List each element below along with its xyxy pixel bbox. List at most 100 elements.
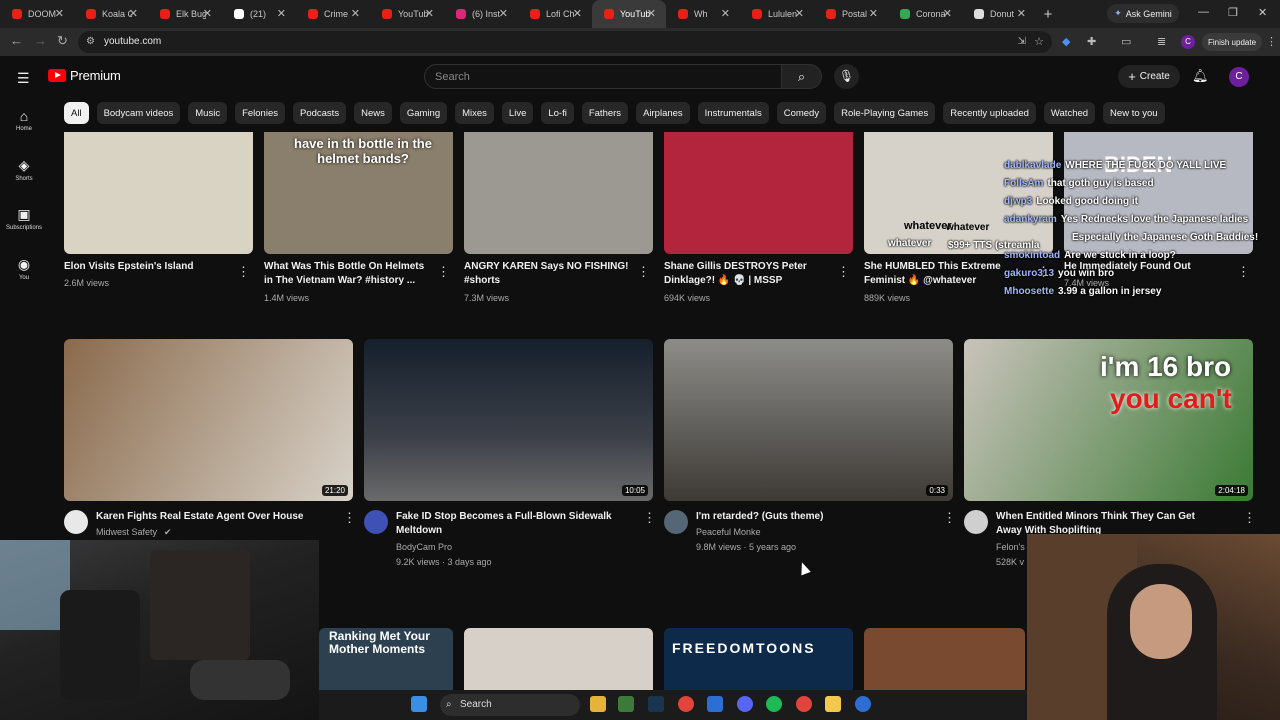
video-thumbnail[interactable]: Ranking Met Your Mother Moments xyxy=(319,628,453,690)
tab-close-icon[interactable]: ✕ xyxy=(499,7,508,20)
more-actions-icon[interactable]: ⋮ xyxy=(643,510,656,526)
chip[interactable]: Music xyxy=(188,102,228,124)
windows-start-icon[interactable] xyxy=(411,696,427,712)
chip[interactable]: All xyxy=(64,102,89,124)
browser-tab[interactable]: Donut ✕ xyxy=(962,0,1036,28)
cast-icon[interactable]: ▭ xyxy=(1121,35,1131,48)
forward-icon[interactable]: → xyxy=(34,33,47,48)
video-title[interactable]: Fake ID Stop Becomes a Full-Blown Sidewa… xyxy=(396,510,618,538)
chrome-icon-2[interactable] xyxy=(796,696,812,712)
new-tab-button[interactable]: + xyxy=(1036,6,1060,23)
tab-close-icon[interactable]: ✕ xyxy=(869,7,878,20)
browser-tab[interactable]: Crime ✕ xyxy=(296,0,370,28)
video-title[interactable]: I'm retarded? (Guts theme) xyxy=(696,510,918,524)
chip[interactable]: Felonies xyxy=(235,102,285,124)
more-actions-icon[interactable]: ⋮ xyxy=(637,264,650,280)
tab-close-icon[interactable]: ✕ xyxy=(943,7,952,20)
channel-avatar[interactable] xyxy=(964,510,988,534)
video-title[interactable]: Shane Gillis DESTROYS Peter Dinklage?! 🔥… xyxy=(664,260,829,288)
video-thumbnail[interactable] xyxy=(864,628,1025,690)
tab-close-icon[interactable]: ✕ xyxy=(647,7,656,20)
install-icon[interactable]: ⇲ xyxy=(1018,36,1026,47)
browser-tab[interactable]: (21) ✕ xyxy=(222,0,296,28)
chip[interactable]: Fathers xyxy=(581,102,629,124)
more-actions-icon[interactable]: ⋮ xyxy=(237,264,250,280)
app-icon-1[interactable] xyxy=(618,696,634,712)
tab-close-icon[interactable]: ✕ xyxy=(1017,7,1026,20)
back-icon[interactable]: ← xyxy=(10,33,23,48)
extension-icon[interactable]: ◆ xyxy=(1062,35,1070,48)
chip[interactable]: Instrumentals xyxy=(697,102,769,124)
hamburger-menu-icon[interactable]: ☰ xyxy=(17,70,30,87)
more-actions-icon[interactable]: ⋮ xyxy=(437,264,450,280)
profile-avatar[interactable]: C xyxy=(1181,35,1195,49)
tab-close-icon[interactable]: ✕ xyxy=(573,7,582,20)
chip[interactable]: Recently uploaded xyxy=(943,102,1036,124)
channel-name[interactable]: Peaceful Monke xyxy=(696,525,761,539)
taskbar-search[interactable]: ⌕ Search xyxy=(440,694,580,716)
search-input[interactable]: Search xyxy=(424,64,782,89)
video-title[interactable]: Elon Visits Epstein's Island xyxy=(64,260,229,274)
account-avatar[interactable]: C xyxy=(1229,67,1249,87)
browser-tab[interactable]: (6) Inst ✕ xyxy=(444,0,518,28)
chip[interactable]: New to you xyxy=(1103,102,1165,124)
browser-tab[interactable]: Lululen ✕ xyxy=(740,0,814,28)
reload-icon[interactable]: ↻ xyxy=(57,33,68,49)
browser-tab[interactable]: DOOM ✕ xyxy=(0,0,74,28)
video-title[interactable]: Karen Fights Real Estate Agent Over Hous… xyxy=(96,510,318,524)
app-icon-4[interactable] xyxy=(855,696,871,712)
rail-item-home[interactable]: ⌂ Home xyxy=(0,108,48,132)
chrome-icon[interactable] xyxy=(678,696,694,712)
chip[interactable]: Podcasts xyxy=(293,102,347,124)
video-thumbnail[interactable]: i'm 16 bro you can't 2:04:18 xyxy=(964,339,1253,501)
more-actions-icon[interactable]: ⋮ xyxy=(343,510,356,526)
browser-tab[interactable]: YouTub ✕ xyxy=(370,0,444,28)
tab-close-icon[interactable]: ✕ xyxy=(277,7,286,20)
channel-name[interactable]: Midwest Safety xyxy=(96,525,157,539)
tab-close-icon[interactable]: ✕ xyxy=(203,7,212,20)
rail-item-subscriptions[interactable]: ▣ Subscriptions xyxy=(0,206,48,231)
chip[interactable]: Airplanes xyxy=(636,102,690,124)
extensions-puzzle-icon[interactable]: ✚ xyxy=(1087,35,1096,48)
channel-avatar[interactable] xyxy=(364,510,388,534)
short-thumbnail[interactable]: have in th bottle in the helmet bands? xyxy=(264,132,453,254)
search-button[interactable]: ⌕ xyxy=(781,64,822,89)
tab-close-icon[interactable]: ✕ xyxy=(129,7,138,20)
tab-close-icon[interactable]: ✕ xyxy=(795,7,804,20)
chip[interactable]: Live xyxy=(501,102,534,124)
steam-icon[interactable] xyxy=(648,696,664,712)
more-actions-icon[interactable]: ⋮ xyxy=(1237,264,1250,280)
video-thumbnail[interactable]: 21:20 xyxy=(64,339,353,501)
chip[interactable]: Comedy xyxy=(776,102,827,124)
site-info-icon[interactable]: ⚙ xyxy=(86,36,95,47)
bookmark-star-icon[interactable]: ☆ xyxy=(1034,35,1044,48)
browser-tab[interactable]: Corona ✕ xyxy=(888,0,962,28)
short-thumbnail[interactable] xyxy=(664,132,853,254)
browser-tab[interactable]: Postal ✕ xyxy=(814,0,888,28)
app-icon-3[interactable] xyxy=(825,696,841,712)
rail-item-you[interactable]: ◉ You xyxy=(0,256,48,281)
create-button[interactable]: + Create xyxy=(1118,65,1180,88)
tab-close-icon[interactable]: ✕ xyxy=(721,7,730,20)
notifications-bell-icon[interactable]: 🔔︎ xyxy=(1192,68,1209,84)
channel-avatar[interactable] xyxy=(64,510,88,534)
more-actions-icon[interactable]: ⋮ xyxy=(943,510,956,526)
browser-tab[interactable]: Lofi Ch ✕ xyxy=(518,0,592,28)
file-explorer-icon[interactable] xyxy=(590,696,606,712)
chip[interactable]: News xyxy=(354,102,392,124)
chip[interactable]: Watched xyxy=(1043,102,1096,124)
video-thumbnail[interactable]: FREEDOMTOONS xyxy=(664,628,853,690)
channel-avatar[interactable] xyxy=(664,510,688,534)
browser-tab[interactable]: Koala G ✕ xyxy=(74,0,148,28)
chip[interactable]: Gaming xyxy=(399,102,448,124)
video-thumbnail[interactable] xyxy=(464,628,653,690)
voice-search-button[interactable]: 🎙 xyxy=(834,64,859,89)
discord-icon[interactable] xyxy=(737,696,753,712)
tab-close-icon[interactable]: ✕ xyxy=(351,7,360,20)
chip[interactable]: Lo-fi xyxy=(541,102,574,124)
minimize-icon[interactable]: — xyxy=(1198,6,1209,18)
app-icon-2[interactable] xyxy=(707,696,723,712)
tab-close-icon[interactable]: ✕ xyxy=(425,7,434,20)
tab-search-icon[interactable]: ≣ xyxy=(1157,35,1166,48)
video-thumbnail[interactable]: 10:05 xyxy=(364,339,653,501)
